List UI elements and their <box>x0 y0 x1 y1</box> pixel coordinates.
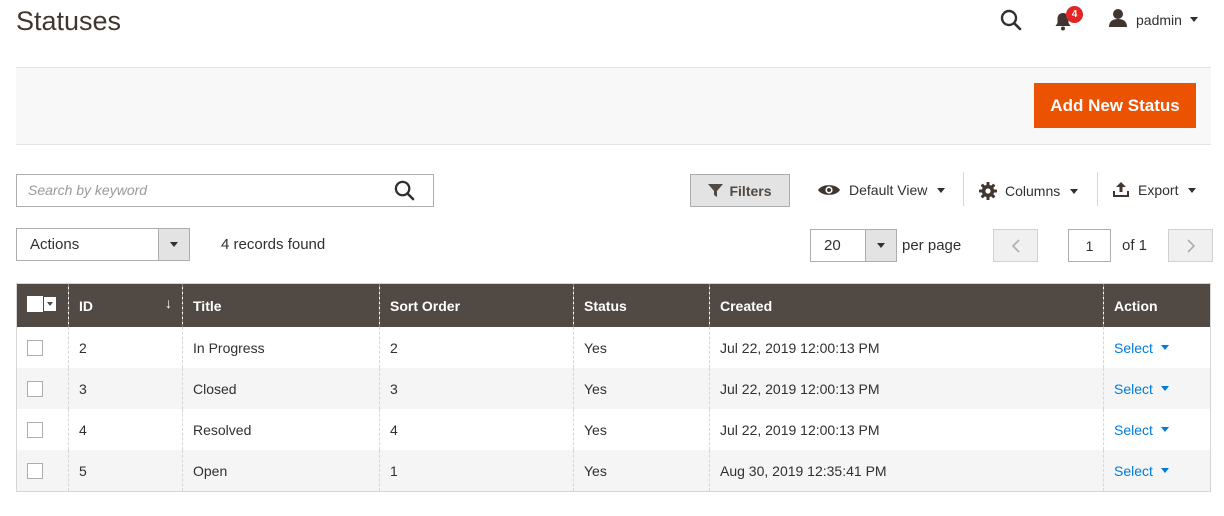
table-row: 3 Closed 3 Yes Jul 22, 2019 12:00:13 PM … <box>16 368 1211 409</box>
cell-title: Resolved <box>182 409 380 450</box>
previous-page-button[interactable] <box>993 229 1038 262</box>
page-actions-bar <box>16 67 1211 145</box>
chevron-down-icon <box>158 229 189 260</box>
row-checkbox[interactable] <box>27 463 43 480</box>
cell-title: Closed <box>182 368 380 409</box>
mass-select-checkbox[interactable] <box>27 296 56 312</box>
chevron-down-icon <box>1160 345 1169 350</box>
cell-action: Select <box>1103 327 1211 368</box>
add-new-status-button[interactable]: Add New Status <box>1034 83 1196 128</box>
cell-sort-order: 4 <box>379 409 574 450</box>
cell-id: 5 <box>68 450 183 492</box>
table-row: 4 Resolved 4 Yes Jul 22, 2019 12:00:13 P… <box>16 409 1211 450</box>
chevron-left-icon <box>1011 238 1021 253</box>
column-header-action: Action <box>1103 283 1211 327</box>
export-dropdown[interactable]: Export <box>1112 182 1197 198</box>
page-title: Statuses <box>16 6 122 36</box>
filters-label: Filters <box>729 182 772 199</box>
gear-icon <box>979 182 997 200</box>
chevron-down-icon <box>1189 17 1198 22</box>
cell-created: Jul 22, 2019 12:00:13 PM <box>709 409 1104 450</box>
per-page-value: 20 <box>824 237 841 254</box>
user-name: padmin <box>1136 11 1182 28</box>
select-action-link[interactable]: Select <box>1114 463 1169 479</box>
chevron-down-icon <box>1188 187 1197 193</box>
cell-status: Yes <box>573 327 710 368</box>
chevron-down-icon <box>1160 386 1169 391</box>
chevron-down-icon <box>44 297 56 311</box>
actions-label: Actions <box>30 236 80 253</box>
columns-dropdown[interactable]: Columns <box>979 182 1079 200</box>
statuses-grid: ID ↓ Title Sort Order Status Created Act… <box>16 283 1211 492</box>
cell-sort-order: 2 <box>379 327 574 368</box>
chevron-down-icon <box>1160 468 1169 473</box>
cell-id: 2 <box>68 327 183 368</box>
column-header-sort-order[interactable]: Sort Order <box>379 283 574 327</box>
cell-created: Aug 30, 2019 12:35:41 PM <box>709 450 1104 492</box>
column-header-id[interactable]: ID ↓ <box>68 283 183 327</box>
table-row: 5 Open 1 Yes Aug 30, 2019 12:35:41 PM Se… <box>16 450 1211 492</box>
table-row: 2 In Progress 2 Yes Jul 22, 2019 12:00:1… <box>16 327 1211 368</box>
chevron-down-icon <box>1070 188 1079 194</box>
export-icon <box>1112 182 1130 198</box>
mass-actions-select[interactable]: Actions <box>16 228 190 261</box>
toolbar-divider <box>1097 172 1098 206</box>
row-checkbox[interactable] <box>27 340 43 357</box>
filters-button[interactable]: Filters <box>690 174 790 207</box>
select-action-link[interactable]: Select <box>1114 422 1169 438</box>
select-action-link[interactable]: Select <box>1114 340 1169 356</box>
cell-sort-order: 3 <box>379 368 574 409</box>
mass-select-header[interactable] <box>16 283 69 327</box>
select-action-link[interactable]: Select <box>1114 381 1169 397</box>
row-select-cell <box>16 450 69 492</box>
chevron-down-icon <box>1160 427 1169 432</box>
user-icon <box>1108 8 1128 31</box>
row-select-cell <box>16 368 69 409</box>
cell-status: Yes <box>573 450 710 492</box>
per-page-label: per page <box>902 237 962 254</box>
funnel-icon <box>708 183 724 198</box>
columns-label: Columns <box>1005 183 1061 199</box>
cell-id: 4 <box>68 409 183 450</box>
eye-icon <box>817 183 841 197</box>
cell-sort-order: 1 <box>379 450 574 492</box>
chevron-down-icon <box>937 187 946 193</box>
notification-count-badge: 4 <box>1066 6 1083 23</box>
search-input[interactable] <box>17 175 388 204</box>
records-found: 4 records found <box>221 236 326 253</box>
grid-header-row: ID ↓ Title Sort Order Status Created Act… <box>16 283 1211 327</box>
row-select-cell <box>16 409 69 450</box>
next-page-button[interactable] <box>1168 229 1213 262</box>
cell-action: Select <box>1103 409 1211 450</box>
cell-created: Jul 22, 2019 12:00:13 PM <box>709 327 1104 368</box>
toolbar-divider <box>963 172 964 206</box>
row-checkbox[interactable] <box>27 381 43 398</box>
keyword-search <box>16 174 434 207</box>
column-header-status[interactable]: Status <box>573 283 710 327</box>
per-page-select[interactable]: 20 <box>810 229 897 262</box>
chevron-down-icon <box>865 230 896 261</box>
page-number-input[interactable]: 1 <box>1068 229 1111 262</box>
cell-title: Open <box>182 450 380 492</box>
row-checkbox[interactable] <box>27 422 43 439</box>
header-search-icon[interactable] <box>998 7 1024 33</box>
export-label: Export <box>1138 182 1179 198</box>
cell-status: Yes <box>573 368 710 409</box>
cell-id: 3 <box>68 368 183 409</box>
cell-action: Select <box>1103 450 1211 492</box>
cell-created: Jul 22, 2019 12:00:13 PM <box>709 368 1104 409</box>
chevron-right-icon <box>1186 238 1196 253</box>
row-select-cell <box>16 327 69 368</box>
default-view-label: Default View <box>849 182 928 198</box>
arrow-down-icon: ↓ <box>165 295 172 311</box>
cell-title: In Progress <box>182 327 380 368</box>
cell-action: Select <box>1103 368 1211 409</box>
column-header-created[interactable]: Created <box>709 283 1104 327</box>
total-pages-label: of 1 <box>1122 237 1148 254</box>
user-menu[interactable]: padmin <box>1108 8 1198 31</box>
column-header-title[interactable]: Title <box>182 283 380 327</box>
default-view-dropdown[interactable]: Default View <box>817 182 946 198</box>
cell-status: Yes <box>573 409 710 450</box>
search-icon[interactable] <box>394 180 415 206</box>
